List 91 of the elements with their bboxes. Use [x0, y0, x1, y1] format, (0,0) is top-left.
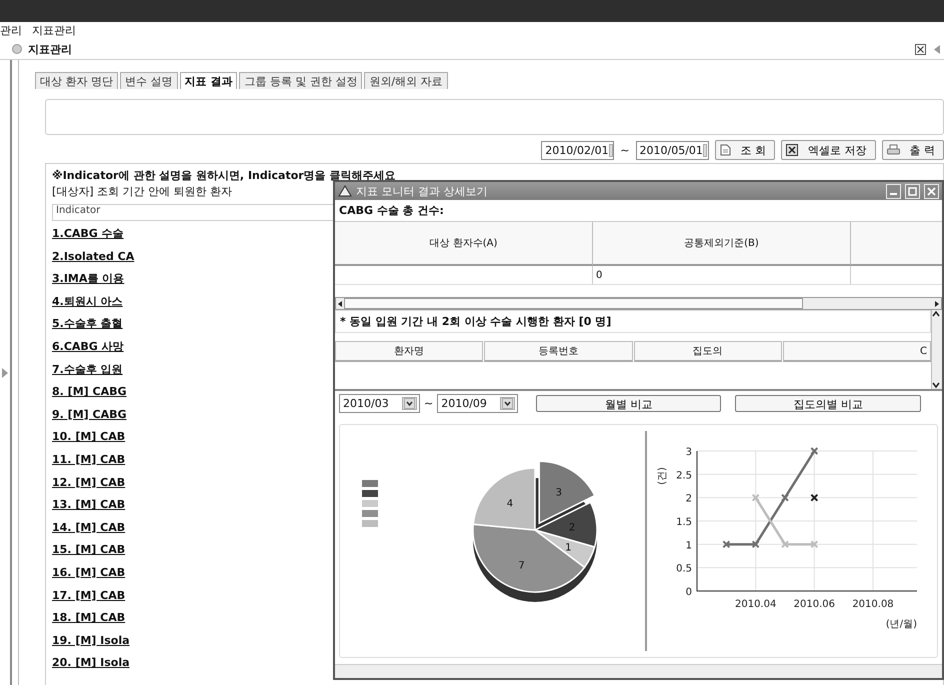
column-header: 환자명: [335, 341, 484, 362]
panel-title: 지표관리: [28, 42, 72, 56]
spreadsheet-icon: [786, 144, 798, 156]
tick-label: 2: [686, 494, 692, 506]
legend-swatch: [362, 480, 378, 488]
indicator-link[interactable]: 4.퇴원시 아스: [52, 290, 123, 314]
minimize-button[interactable]: [886, 184, 901, 199]
tick-label: 0.5: [676, 564, 692, 576]
tick-label: 1: [686, 540, 692, 552]
legend-swatch: [362, 500, 378, 508]
date-field[interactable]: 2010/02/01: [541, 140, 614, 160]
indicator-link[interactable]: 13. [M] CAB: [52, 494, 126, 517]
tick-label: 2010.04: [734, 599, 776, 610]
indicator-link[interactable]: 6.CABG 사망: [52, 336, 124, 359]
document-icon: [720, 144, 730, 156]
note-text: ※Indicator에 관한 설명을 원하시면, Indicator명을 클릭해주세요: [52, 168, 396, 184]
window-title: 지표 모니터 결과 상세보기: [356, 184, 488, 199]
indicator-link[interactable]: 16. [M] CAB: [52, 562, 126, 584]
indicator-link[interactable]: 19. [M] Isola: [52, 630, 130, 652]
total-label: CABG 수술 총 건수:: [338, 203, 445, 220]
indicator-link[interactable]: 17. [M] CAB: [52, 584, 126, 608]
range-separator: ~: [424, 397, 434, 410]
app-icon: [338, 185, 352, 198]
scroll-right-icon[interactable]: [933, 300, 941, 308]
indicator-link[interactable]: 10. [M] CAB: [52, 426, 126, 449]
tab[interactable]: 원외/해외 자료: [364, 72, 448, 89]
scroll-down-icon[interactable]: [932, 381, 940, 390]
data-label: 3: [556, 488, 562, 499]
legend-swatch: [362, 510, 378, 518]
indicator-link[interactable]: 15. [M] CAB: [52, 539, 126, 562]
data-label: 4: [506, 498, 514, 510]
menu-item[interactable]: 지표관리: [32, 23, 76, 38]
tick-label: 0: [686, 587, 692, 598]
tab[interactable]: 변수 설명: [120, 72, 178, 89]
search-button[interactable]: 조 회: [714, 140, 775, 160]
section-label: * 동일 입원 기간 내 2회 이상 수술 시행한 환자 [0 명]: [335, 310, 931, 334]
column-header: C: [782, 341, 931, 362]
indicator-link[interactable]: 2.Isolated CA: [52, 246, 134, 268]
scroll-up-icon[interactable]: [932, 310, 940, 318]
indicator-link[interactable]: 7.수술후 입원: [52, 358, 123, 382]
expand-icon[interactable]: [2, 368, 8, 378]
column-header: 집도의: [634, 341, 782, 362]
maximize-icon: [908, 186, 917, 196]
axis-title: (년/월): [886, 619, 917, 630]
tab[interactable]: 대상 환자 명단: [35, 72, 118, 89]
period-field[interactable]: 2010/03: [339, 394, 420, 414]
data-label: 1: [565, 542, 572, 554]
column-header: 공통제외기준(B): [593, 222, 851, 266]
close-icon[interactable]: [915, 44, 926, 54]
tick-label: 2.5: [676, 470, 692, 482]
indicator-link[interactable]: 3.IMA를 이용: [52, 268, 124, 291]
legend-swatch: [362, 520, 378, 528]
note-text: [대상자] 조회 기간 안에 퇴원한 환자: [52, 184, 232, 200]
indicator-link[interactable]: 18. [M] CAB: [52, 607, 126, 630]
indicator-link[interactable]: 11. [M] CAB: [52, 448, 126, 472]
table-cell: 0: [593, 266, 851, 286]
axis-title: (건): [657, 467, 668, 486]
menu-item[interactable]: 관리: [0, 23, 22, 38]
tick-label: 2010.06: [794, 599, 836, 610]
tick-label: 1.5: [676, 517, 692, 528]
tick-label: 3: [686, 447, 692, 458]
tick-label: 2010.08: [852, 599, 894, 610]
tab[interactable]: 지표 결과: [180, 72, 238, 89]
print-button[interactable]: 출 력: [882, 140, 944, 160]
date-field[interactable]: 2010/05/01: [636, 140, 708, 160]
close-button[interactable]: [924, 184, 939, 199]
printer-icon: [886, 144, 900, 156]
indicator-link[interactable]: 5.수술후 출혈: [52, 313, 123, 336]
maximize-button[interactable]: [905, 184, 920, 199]
minimize-icon: [890, 193, 897, 196]
legend-swatch: [362, 490, 378, 498]
period-field[interactable]: 2010/09: [437, 394, 518, 414]
compare-button[interactable]: 집도의별 비교: [735, 395, 922, 412]
indicator-link[interactable]: 20. [M] Isola: [52, 652, 130, 675]
indicator-link[interactable]: 8. [M] CABG: [52, 381, 126, 404]
range-separator: ~: [620, 144, 630, 156]
indicator-link[interactable]: 14. [M] CAB: [52, 516, 126, 540]
vertical-scrollbar[interactable]: [931, 310, 942, 390]
column-header: 대상 환자수(A): [335, 222, 593, 266]
excel-button[interactable]: 엑셀로 저장: [781, 140, 876, 160]
indicator-link[interactable]: 12. [M] CAB: [52, 472, 126, 494]
horizontal-scrollbar[interactable]: [335, 297, 942, 310]
indicator-link[interactable]: 1.CABG 수술: [52, 223, 124, 246]
collapse-icon[interactable]: [934, 44, 940, 54]
tab[interactable]: 그룹 등록 및 권한 설정: [239, 72, 362, 89]
indicator-link[interactable]: 9. [M] CABG: [52, 404, 126, 426]
column-header: 등록번호: [484, 341, 632, 362]
data-label: 7: [518, 561, 525, 572]
close-icon: [927, 186, 936, 196]
panel-icon: [12, 44, 22, 54]
compare-button[interactable]: 월별 비교: [536, 395, 722, 412]
